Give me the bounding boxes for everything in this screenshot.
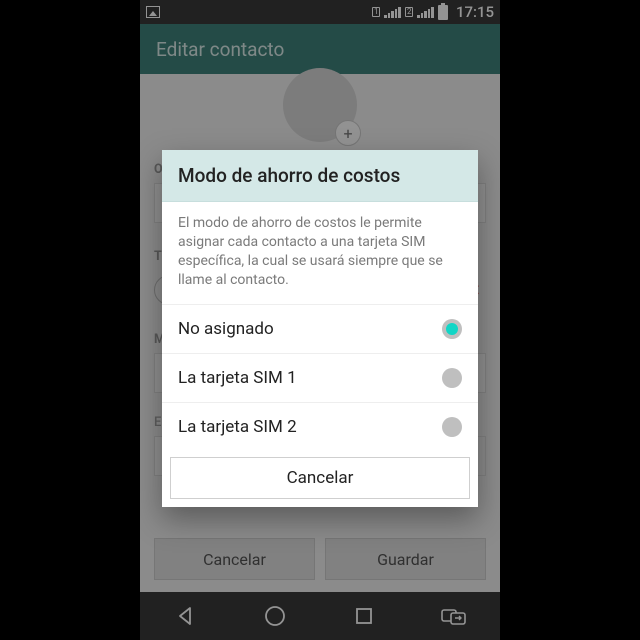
dialog-title: Modo de ahorro de costos [162,150,478,202]
dialog-cancel-button[interactable]: Cancelar [170,457,470,499]
radio-icon [442,319,462,339]
option-label: No asignado [178,319,274,339]
cost-saving-dialog: Modo de ahorro de costos El modo de ahor… [162,150,478,507]
option-label: La tarjeta SIM 2 [178,417,297,437]
dialog-description: El modo de ahorro de costos le permite a… [162,202,478,304]
radio-icon [442,368,462,388]
option-label: La tarjeta SIM 1 [178,368,297,388]
phone-frame: 1 2 17:15 Editar contacto + ORGANIZACIÓN… [140,0,500,640]
option-sim-1[interactable]: La tarjeta SIM 1 [162,353,478,402]
dialog-cancel-label: Cancelar [287,468,354,488]
option-not-assigned[interactable]: No asignado [162,304,478,353]
radio-icon [442,417,462,437]
option-sim-2[interactable]: La tarjeta SIM 2 [162,402,478,451]
